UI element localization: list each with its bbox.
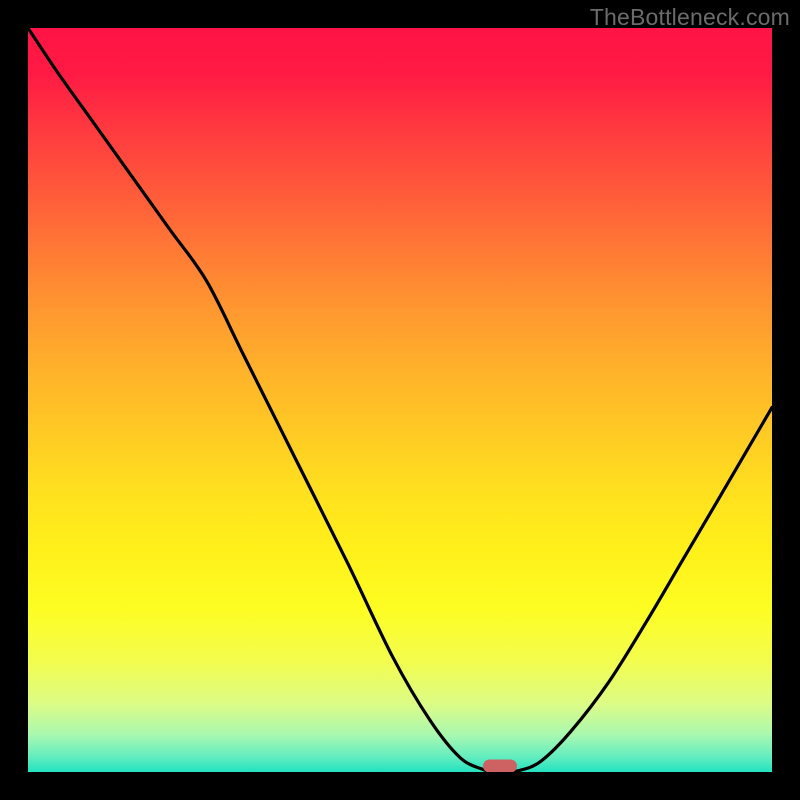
optimal-marker — [483, 760, 517, 772]
chart-frame: TheBottleneck.com — [0, 0, 800, 800]
plot-area — [28, 28, 772, 772]
watermark-text: TheBottleneck.com — [590, 4, 790, 31]
bottleneck-curve — [28, 28, 772, 772]
